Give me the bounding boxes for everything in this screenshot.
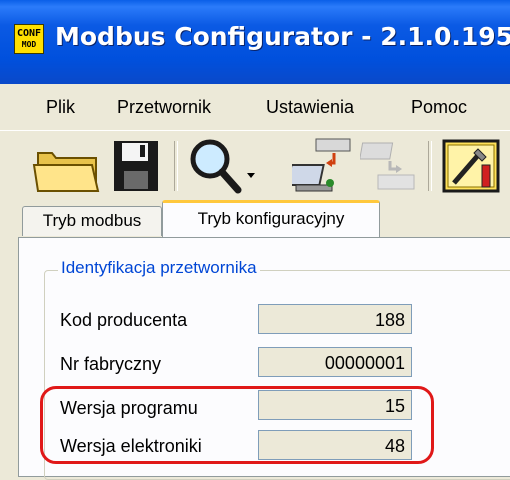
tab-tryb-modbus[interactable]: Tryb modbus bbox=[22, 206, 162, 236]
device-read-icon[interactable] bbox=[286, 135, 354, 199]
toolbar bbox=[0, 130, 510, 197]
app-logo-icon: CONF MOD bbox=[14, 24, 44, 54]
nr-fabryczny-label: Nr fabryczny bbox=[60, 354, 162, 374]
toolbar-separator bbox=[174, 141, 178, 191]
dropdown-arrow-icon[interactable] bbox=[246, 165, 256, 184]
kod-producenta-label: Kod producenta bbox=[60, 310, 188, 330]
tab-tryb-konfiguracyjny[interactable]: Tryb konfiguracyjny bbox=[162, 200, 380, 238]
window-title: Modbus Configurator - 2.1.0.195 bbox=[55, 22, 510, 51]
app-logo-text-top: CONF bbox=[16, 28, 42, 39]
menu-item-plik[interactable]: Plik bbox=[46, 84, 75, 130]
search-magnifier-icon[interactable] bbox=[186, 135, 244, 199]
app-logo-text-bottom: MOD bbox=[21, 40, 37, 49]
menu-item-przetwornik[interactable]: Przetwornik bbox=[117, 84, 211, 130]
wersja-elektroniki-field: 48 bbox=[258, 430, 412, 460]
menu-item-ustawienia[interactable]: Ustawienia bbox=[266, 84, 354, 130]
menu-item-pomoc[interactable]: Pomoc bbox=[411, 84, 467, 130]
save-disk-icon[interactable] bbox=[110, 135, 162, 199]
identification-group-title: Identyfikacja przetwornika bbox=[58, 258, 260, 278]
nr-fabryczny-field: 00000001 bbox=[258, 347, 412, 377]
configure-tools-icon[interactable] bbox=[440, 135, 506, 199]
wersja-elektroniki-label: Wersja elektroniki bbox=[60, 436, 202, 456]
kod-producenta-field: 188 bbox=[258, 304, 412, 334]
device-write-icon[interactable] bbox=[359, 135, 418, 199]
title-bar[interactable]: CONF MOD Modbus Configurator - 2.1.0.195 bbox=[0, 0, 510, 84]
toolbar-separator bbox=[428, 141, 432, 191]
wersja-programu-field: 15 bbox=[258, 390, 412, 420]
menu-bar: Plik Przetwornik Ustawienia Pomoc bbox=[0, 84, 510, 130]
open-folder-icon[interactable] bbox=[8, 135, 100, 199]
wersja-programu-label: Wersja programu bbox=[60, 398, 198, 418]
tab-strip: Tryb modbus Tryb konfiguracyjny bbox=[0, 198, 510, 238]
